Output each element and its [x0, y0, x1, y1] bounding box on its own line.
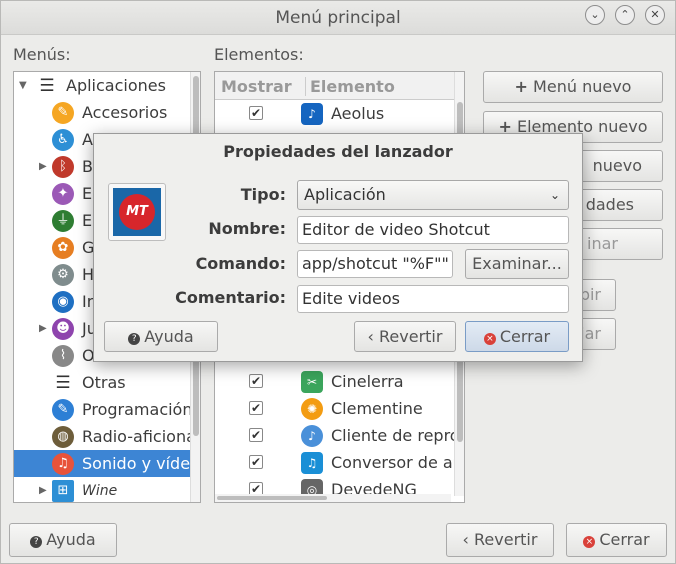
chevron-left-icon: ‹	[462, 530, 475, 549]
dialog-revert-button[interactable]: ‹ Revertir	[354, 321, 456, 352]
show-checkbox[interactable]: ✔	[249, 428, 263, 442]
window-title: Menú principal	[275, 8, 401, 28]
element-label: Conversor de audio	[331, 453, 464, 472]
browse-button[interactable]: Examinar...	[465, 249, 569, 279]
element-label: Aeolus	[331, 104, 385, 123]
gear-icon: ⚙	[52, 264, 74, 286]
globe-icon: ◉	[52, 291, 74, 313]
menu-item-label: Accesorios	[82, 103, 168, 122]
column-header-show[interactable]: Mostrar	[221, 77, 292, 96]
bluetooth-icon: ᛒ	[52, 156, 74, 178]
close-button[interactable]: × Cerrar	[566, 523, 667, 557]
show-checkbox[interactable]: ✔	[249, 374, 263, 388]
element-row[interactable]: ✔ ♪ Aeolus	[215, 100, 464, 127]
menu-item[interactable]: ▼ ☰ Aplicaciones	[14, 72, 200, 99]
element-row[interactable]: ✔ ♪ Cliente de reproducción	[215, 422, 464, 449]
menu-item-label: Aplicaciones	[66, 76, 166, 95]
wrench-icon: ✎	[52, 102, 74, 124]
chevron-left-icon: ‹	[367, 327, 380, 346]
expander-icon[interactable]: ▼	[19, 80, 27, 91]
element-label: Clementine	[331, 399, 423, 418]
radio-icon: ◍	[52, 426, 74, 448]
education-icon: ✦	[52, 183, 74, 205]
help-icon: ?	[30, 536, 43, 548]
element-label: Cliente de reproducción	[331, 426, 464, 445]
element-row[interactable]: ✔ ✂ Cinelerra	[215, 368, 464, 395]
expander-icon[interactable]: ▶	[39, 485, 47, 496]
column-header-element[interactable]: Elemento	[305, 77, 395, 96]
maximize-icon[interactable]: ⌃	[615, 5, 635, 25]
type-label: Tipo:	[240, 185, 286, 204]
close-icon[interactable]: ✕	[645, 5, 665, 25]
menus-label: Menús:	[13, 45, 71, 64]
title-bar: Menú principal ⌄ ⌃ ✕	[1, 1, 675, 35]
menu-item[interactable]: ♫ Sonido y vídeo	[14, 450, 200, 477]
menu-item[interactable]: ▶ ⊞ Wine	[14, 477, 200, 502]
music-note-icon: ♪	[301, 103, 323, 125]
film-icon: ✂	[301, 371, 323, 393]
expander-icon[interactable]: ▶	[39, 323, 47, 334]
revert-button[interactable]: ‹ Revertir	[446, 523, 554, 557]
command-label: Comando:	[195, 254, 286, 273]
name-label: Nombre:	[208, 219, 286, 238]
menu-item-label: Sonido y vídeo	[82, 454, 200, 473]
electronics-icon: ⏚	[52, 210, 74, 232]
menu-item[interactable]: ✎ Programación	[14, 396, 200, 423]
launcher-properties-dialog: Propiedades del lanzador MT Tipo: Aplica…	[93, 133, 583, 362]
help-button[interactable]: ? Ayuda	[9, 523, 117, 557]
menu-item[interactable]: ☰ Otras	[14, 369, 200, 396]
graphics-icon: ✿	[52, 237, 74, 259]
game-icon: ☻	[52, 318, 74, 340]
menu-item[interactable]: ✎ Accesorios	[14, 99, 200, 126]
elements-hscrollbar[interactable]	[215, 494, 451, 502]
minimize-icon[interactable]: ⌄	[585, 5, 605, 25]
chevron-down-icon: ⌄	[549, 188, 560, 202]
music-note-icon: ♪	[301, 425, 323, 447]
name-field[interactable]: Editor de video Shotcut	[297, 216, 569, 244]
element-label: Cinelerra	[331, 372, 404, 391]
show-checkbox[interactable]: ✔	[249, 401, 263, 415]
help-icon: ?	[128, 333, 141, 345]
accessibility-icon: ♿	[52, 129, 74, 151]
orange-icon: ✺	[301, 398, 323, 420]
programming-icon: ✎	[52, 399, 74, 421]
menu-item-label: Programación	[82, 400, 193, 419]
comment-label: Comentario:	[175, 288, 286, 307]
dialog-title: Propiedades del lanzador	[223, 142, 453, 161]
new-menu-button[interactable]: + Menú nuevo	[483, 71, 663, 103]
music-convert-icon: ♫	[301, 452, 323, 474]
show-checkbox[interactable]: ✔	[249, 106, 263, 120]
command-field[interactable]: app/shotcut "%F""	[297, 250, 453, 278]
menu-item-label: Wine	[82, 483, 118, 499]
elements-header: Mostrar Elemento	[215, 72, 464, 100]
element-row[interactable]: ✔ ♫ Conversor de audio	[215, 449, 464, 476]
elements-label: Elementos:	[214, 45, 304, 64]
comment-field[interactable]: Edite videos	[297, 285, 569, 313]
menu-item-label: Otras	[82, 373, 126, 392]
element-row[interactable]: ✔ ✺ Clementine	[215, 395, 464, 422]
paperclip-icon: ⌇	[52, 345, 74, 367]
list-icon: ☰	[55, 373, 71, 393]
menu-item-label: Radio-aficionado	[82, 427, 200, 446]
type-select[interactable]: Aplicación ⌄	[297, 180, 569, 210]
dialog-help-button[interactable]: ? Ayuda	[104, 321, 218, 352]
close-circle-icon: ×	[483, 333, 496, 345]
menu-item[interactable]: ◍ Radio-aficionado	[14, 423, 200, 450]
close-circle-icon: ×	[583, 536, 596, 548]
windows-icon: ⊞	[52, 480, 74, 502]
list-icon: ☰	[39, 76, 55, 96]
show-checkbox[interactable]: ✔	[249, 455, 263, 469]
music-icon: ♫	[52, 453, 74, 475]
expander-icon[interactable]: ▶	[39, 161, 47, 172]
dialog-close-button[interactable]: × Cerrar	[465, 321, 569, 352]
